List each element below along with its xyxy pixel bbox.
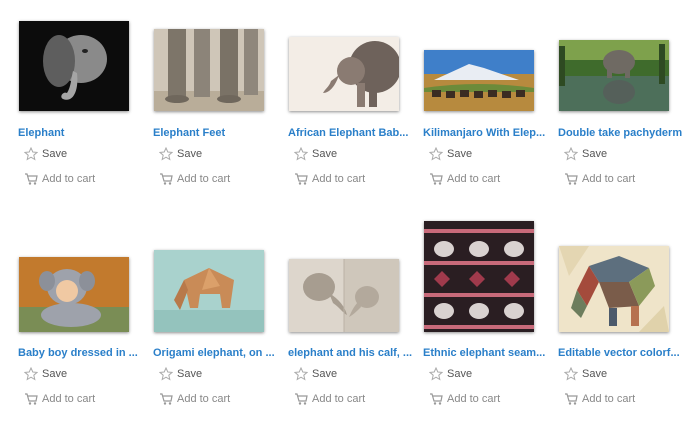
star-icon <box>429 367 443 381</box>
add-to-cart-button[interactable]: Add to cart <box>24 172 95 186</box>
add-to-cart-label: Add to cart <box>42 173 96 185</box>
product-title[interactable]: African Elephant Bab... <box>288 127 418 139</box>
add-to-cart-button[interactable]: Add to cart <box>564 392 635 406</box>
product-title[interactable]: Double take pachyderm <box>558 127 688 139</box>
save-label: Save <box>177 368 203 380</box>
star-icon <box>294 147 308 161</box>
product-thumbnail-origami-elephant[interactable] <box>154 250 264 332</box>
cart-icon <box>429 172 443 186</box>
product-title[interactable]: Editable vector colorf... <box>558 347 688 359</box>
save-label: Save <box>447 148 473 160</box>
add-to-cart-button[interactable]: Add to cart <box>429 392 500 406</box>
cart-icon <box>24 172 38 186</box>
add-to-cart-button[interactable]: Add to cart <box>294 392 365 406</box>
star-icon <box>159 147 173 161</box>
add-to-cart-button[interactable]: Add to cart <box>429 172 500 186</box>
save-button[interactable]: Save <box>429 367 472 381</box>
product-title[interactable]: Elephant Feet <box>153 127 283 139</box>
save-label: Save <box>42 148 68 160</box>
add-to-cart-label: Add to cart <box>447 393 501 405</box>
product-title[interactable]: Kilimanjaro With Elep... <box>423 127 553 139</box>
star-icon <box>429 147 443 161</box>
add-to-cart-label: Add to cart <box>177 393 231 405</box>
star-icon <box>564 367 578 381</box>
cart-icon <box>564 392 578 406</box>
save-label: Save <box>447 368 473 380</box>
save-button[interactable]: Save <box>159 367 202 381</box>
star-icon <box>159 367 173 381</box>
product-title[interactable]: Baby boy dressed in ... <box>18 347 148 359</box>
product-thumbnail-vector-elephant[interactable] <box>559 246 669 332</box>
product-thumbnail-elephant-feet[interactable] <box>154 29 264 111</box>
cart-icon <box>294 172 308 186</box>
product-thumbnail-ethnic-elephant-pattern[interactable] <box>424 221 534 332</box>
save-button[interactable]: Save <box>564 367 607 381</box>
save-label: Save <box>312 148 338 160</box>
save-label: Save <box>582 368 608 380</box>
product-thumbnail-elephant-and-calf[interactable] <box>289 259 399 332</box>
add-to-cart-button[interactable]: Add to cart <box>159 392 230 406</box>
add-to-cart-button[interactable]: Add to cart <box>564 172 635 186</box>
add-to-cart-label: Add to cart <box>582 173 636 185</box>
star-icon <box>564 147 578 161</box>
cart-icon <box>159 392 173 406</box>
product-thumbnail-double-take-pachyderm[interactable] <box>559 40 669 111</box>
save-button[interactable]: Save <box>294 147 337 161</box>
star-icon <box>24 147 38 161</box>
add-to-cart-label: Add to cart <box>447 173 501 185</box>
product-thumbnail-elephant[interactable] <box>19 21 129 111</box>
add-to-cart-label: Add to cart <box>312 173 366 185</box>
cart-icon <box>294 392 308 406</box>
save-button[interactable]: Save <box>564 147 607 161</box>
save-button[interactable]: Save <box>24 147 67 161</box>
star-icon <box>294 367 308 381</box>
save-button[interactable]: Save <box>24 367 67 381</box>
add-to-cart-button[interactable]: Add to cart <box>159 172 230 186</box>
product-thumbnail-african-elephant-baby[interactable] <box>289 37 399 111</box>
product-title[interactable]: Ethnic elephant seam... <box>423 347 553 359</box>
product-title[interactable]: elephant and his calf, ... <box>288 347 418 359</box>
product-thumbnail-baby-boy[interactable] <box>19 257 129 332</box>
add-to-cart-label: Add to cart <box>312 393 366 405</box>
save-button[interactable]: Save <box>294 367 337 381</box>
product-title[interactable]: Elephant <box>18 127 148 139</box>
save-label: Save <box>582 148 608 160</box>
save-label: Save <box>42 368 68 380</box>
cart-icon <box>429 392 443 406</box>
star-icon <box>24 367 38 381</box>
add-to-cart-button[interactable]: Add to cart <box>294 172 365 186</box>
product-thumbnail-kilimanjaro[interactable] <box>424 50 534 111</box>
save-button[interactable]: Save <box>429 147 472 161</box>
cart-icon <box>159 172 173 186</box>
cart-icon <box>24 392 38 406</box>
save-label: Save <box>312 368 338 380</box>
save-label: Save <box>177 148 203 160</box>
add-to-cart-label: Add to cart <box>582 393 636 405</box>
add-to-cart-button[interactable]: Add to cart <box>24 392 95 406</box>
add-to-cart-label: Add to cart <box>177 173 231 185</box>
add-to-cart-label: Add to cart <box>42 393 96 405</box>
cart-icon <box>564 172 578 186</box>
product-title[interactable]: Origami elephant, on ... <box>153 347 283 359</box>
save-button[interactable]: Save <box>159 147 202 161</box>
